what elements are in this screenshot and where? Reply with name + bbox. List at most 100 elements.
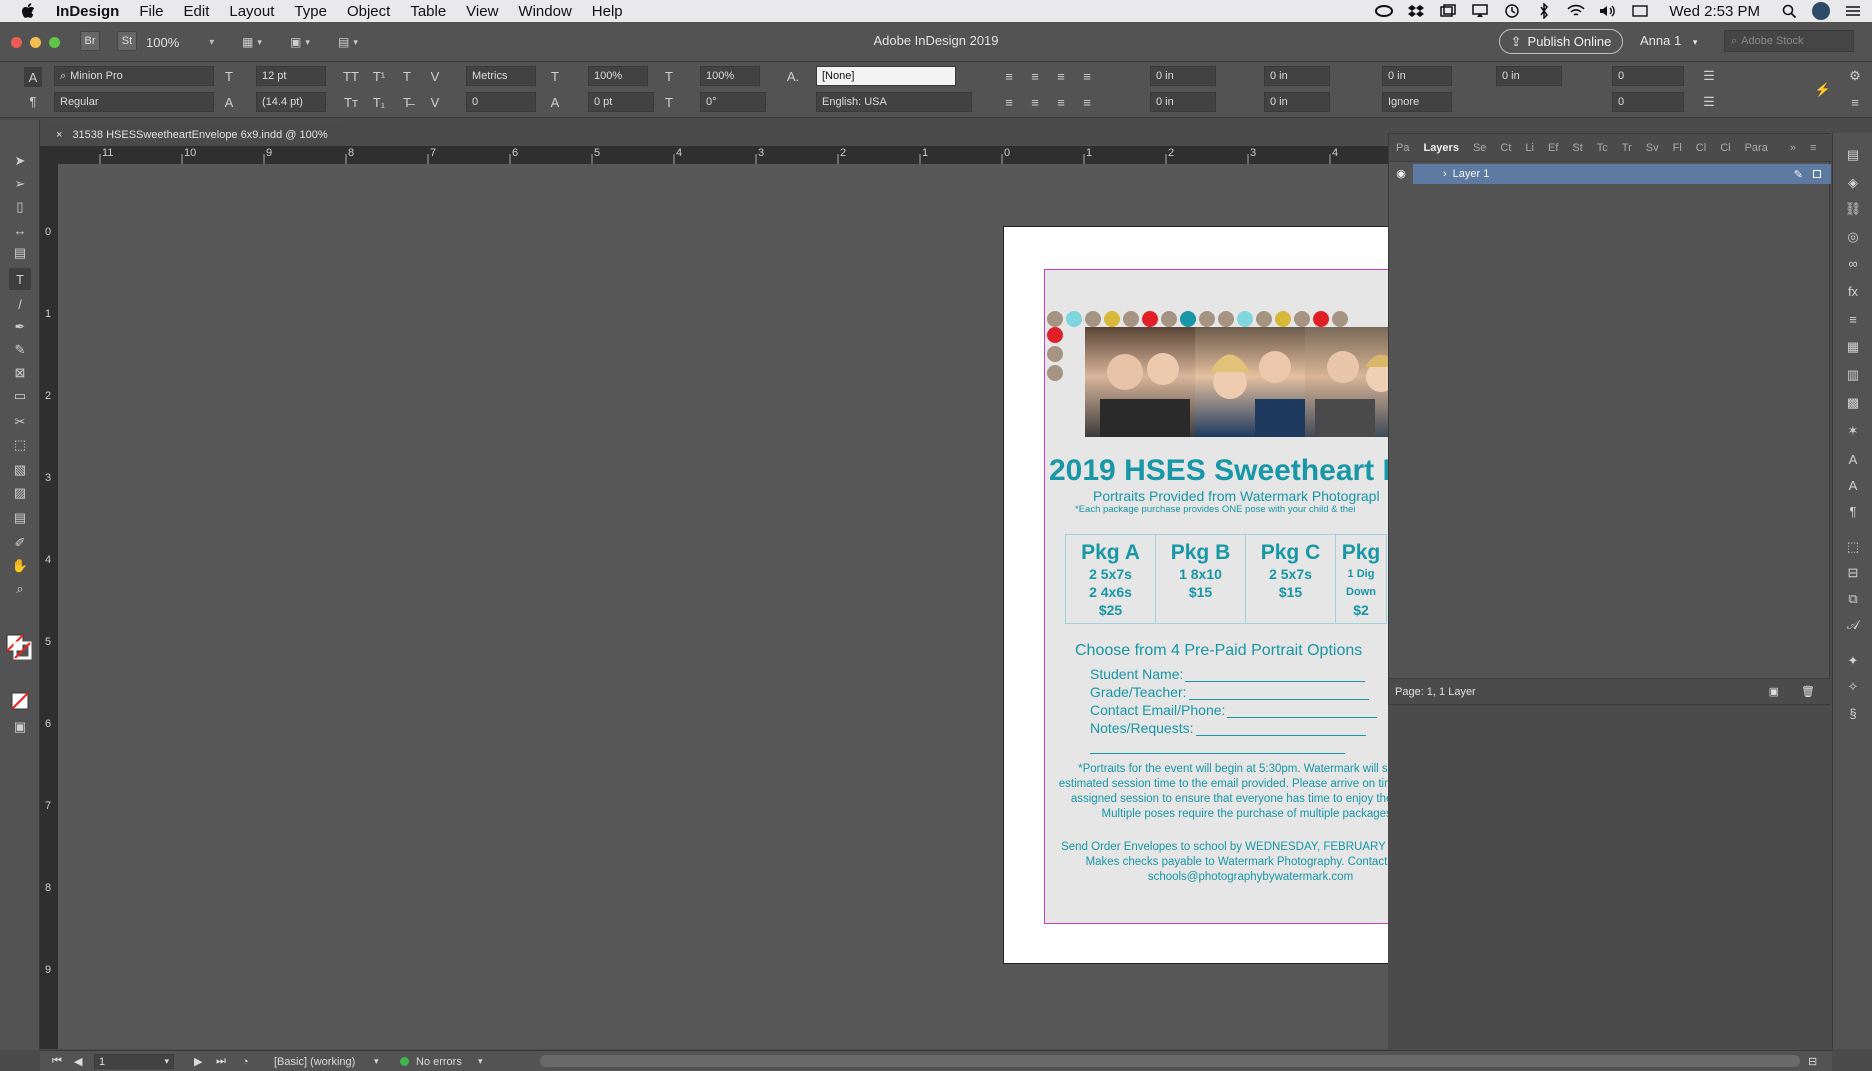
notification-center-icon[interactable] <box>1844 4 1862 18</box>
kerning-field[interactable]: Metrics <box>466 66 536 86</box>
gap-tool-icon[interactable]: ↔ <box>9 219 31 241</box>
justify-all-icon[interactable]: ≡ <box>1052 92 1070 112</box>
first-page-icon[interactable]: ⏮ <box>52 1054 62 1069</box>
effects-fx-icon[interactable]: fx <box>1843 281 1863 301</box>
numbering-icon[interactable]: ☰ <box>1700 92 1718 112</box>
drop-cap-lines-field[interactable]: 0 <box>1612 66 1684 86</box>
keyboard-icon[interactable] <box>1631 4 1649 18</box>
tab-effects[interactable]: Ef <box>1541 142 1565 154</box>
panel-menu-icon[interactable]: ≡ <box>1846 92 1864 112</box>
line-tool-icon[interactable]: / <box>9 293 31 315</box>
free-transform-tool-icon[interactable]: ⬚ <box>9 434 31 456</box>
apply-none-icon[interactable] <box>9 690 31 712</box>
creative-cloud-icon[interactable] <box>1375 4 1394 18</box>
panel-collapse-icon[interactable]: » <box>1783 142 1803 154</box>
last-page-icon[interactable]: ⏭ <box>216 1054 226 1069</box>
swatches-icon[interactable]: ▩ <box>1843 393 1863 413</box>
preflight-profile[interactable]: [Basic] (working) <box>274 1054 355 1069</box>
publish-online-button[interactable]: ⇪ Publish Online <box>1499 29 1623 54</box>
minimize-window-button[interactable] <box>30 37 41 48</box>
tab-flattener[interactable]: Fl <box>1666 142 1689 154</box>
first-line-indent-field[interactable]: 0 in <box>1150 92 1216 112</box>
layer-color-square[interactable] <box>1813 170 1821 178</box>
document-tab[interactable]: × 31538 HSESSweetheartEnvelope 6x9.indd … <box>48 124 348 146</box>
arrange-documents-button[interactable]: ▤ ▾ <box>338 32 358 52</box>
cell-styles-icon[interactable]: § <box>1843 703 1863 723</box>
gradient-feather-tool-icon[interactable]: ▨ <box>9 482 31 504</box>
chevron-down-icon[interactable]: ▾ <box>478 1054 483 1069</box>
links-chain-icon[interactable]: ∞ <box>1843 253 1863 273</box>
font-family-field[interactable]: ⌕ Minion Pro <box>54 66 214 86</box>
align-right-icon[interactable]: ≡ <box>1052 66 1070 86</box>
page-tool-icon[interactable]: ▯ <box>9 196 31 218</box>
wifi-icon[interactable] <box>1567 4 1585 18</box>
color-panel-icon[interactable]: ✶ <box>1843 421 1863 441</box>
menu-file[interactable]: File <box>139 3 163 20</box>
gear-icon[interactable]: ⚙ <box>1846 66 1864 86</box>
tab-character[interactable]: Cl <box>1713 142 1737 154</box>
menu-clock[interactable]: Wed 2:53 PM <box>1669 3 1760 20</box>
placed-artwork-frame[interactable]: 2019 HSES Sweetheart Da Portraits Provid… <box>1044 269 1388 924</box>
font-size-field[interactable]: 12 pt <box>256 66 326 86</box>
layer-name[interactable]: Layer 1 <box>1453 168 1490 180</box>
adobe-stock-search[interactable]: ⌕ Adobe Stock <box>1724 30 1854 52</box>
small-caps-icon[interactable]: Tт <box>342 92 360 112</box>
align-objects-icon[interactable]: ⊟ <box>1843 563 1863 583</box>
character-panel-icon[interactable]: A <box>1843 475 1863 495</box>
airplay-icon[interactable] <box>1471 4 1489 18</box>
tab-stroke[interactable]: St <box>1565 142 1589 154</box>
right-indent-field[interactable]: 0 in <box>1264 66 1330 86</box>
pages-panel-icon[interactable]: ▤ <box>1843 145 1863 165</box>
pencil-tool-icon[interactable]: ✎ <box>9 339 31 361</box>
align-spine-icon[interactable]: ≡ <box>1078 92 1096 112</box>
layers-panel-icon[interactable]: ◈ <box>1843 173 1863 193</box>
underline-icon[interactable]: T <box>398 66 416 86</box>
grid-align-field[interactable]: Ignore <box>1382 92 1452 112</box>
view-options-button[interactable]: ▦ ▾ <box>242 32 262 52</box>
tab-text-wrap[interactable]: Tc <box>1590 142 1615 154</box>
align-left-icon[interactable]: ≡ <box>1000 66 1018 86</box>
character-style-field[interactable]: [None] <box>816 66 956 86</box>
zoom-tool-icon[interactable]: ⌕ <box>9 578 31 600</box>
menu-help[interactable]: Help <box>592 3 623 20</box>
justify-center-icon[interactable]: ≡ <box>1000 92 1018 112</box>
trash-icon[interactable]: 🗑 <box>1801 685 1815 698</box>
menu-window[interactable]: Window <box>518 3 571 20</box>
leading-field[interactable]: (14.4 pt) <box>256 92 326 112</box>
next-page-icon[interactable]: ▶ <box>194 1054 202 1069</box>
character-styles-icon[interactable]: A <box>1843 449 1863 469</box>
horizontal-scrollbar[interactable] <box>540 1055 1800 1067</box>
vertical-scale-field[interactable]: 100% <box>588 66 648 86</box>
subscript-icon[interactable]: T₁ <box>370 92 388 112</box>
eye-icon[interactable]: ◉ <box>1389 164 1413 184</box>
tab-links[interactable]: Li <box>1518 142 1541 154</box>
tab-color[interactable]: Cl <box>1689 142 1713 154</box>
skew-field[interactable]: 0° <box>700 92 766 112</box>
screen-mode-button[interactable]: ▣ ▾ <box>290 32 310 52</box>
paragraph-formatting-icon[interactable]: ¶ <box>24 91 42 111</box>
rectangle-frame-tool-icon[interactable]: ⊠ <box>9 362 31 384</box>
font-style-field[interactable]: Regular <box>54 92 214 112</box>
volume-icon[interactable] <box>1599 4 1617 18</box>
align-panel-icon[interactable]: ▥ <box>1843 365 1863 385</box>
spotlight-icon[interactable] <box>1780 4 1798 18</box>
space-after-field[interactable]: 0 in <box>1496 66 1562 86</box>
stroke-panel-icon[interactable]: ≡ <box>1843 309 1863 329</box>
bullets-icon[interactable]: ☰ <box>1700 66 1718 86</box>
zoom-window-button[interactable] <box>49 37 60 48</box>
language-field[interactable]: English: USA <box>816 92 972 112</box>
new-layer-icon[interactable]: ▣ <box>1769 685 1779 698</box>
tab-separations[interactable]: Se <box>1466 142 1493 154</box>
dropbox-icon[interactable] <box>1407 4 1425 18</box>
baseline-shift-field[interactable]: 0 pt <box>588 92 654 112</box>
stock-button[interactable]: St <box>117 31 137 51</box>
close-window-button[interactable] <box>11 37 22 48</box>
pasteboard[interactable]: 2019 HSES Sweetheart Da Portraits Provid… <box>58 164 1388 1049</box>
justify-left-icon[interactable]: ≡ <box>1078 66 1096 86</box>
expand-arrow-icon[interactable]: › <box>1443 168 1447 180</box>
pathfinder-icon[interactable]: ⧉ <box>1843 589 1863 609</box>
vertical-ruler[interactable]: 0 1 2 3 4 5 6 7 8 9 <box>40 164 58 1049</box>
text-wrap-icon[interactable]: ▦ <box>1843 337 1863 357</box>
open-in-window-icon[interactable]: ◔ <box>242 1054 249 1069</box>
glyphs-icon[interactable]: 𝒜 <box>1843 615 1863 635</box>
